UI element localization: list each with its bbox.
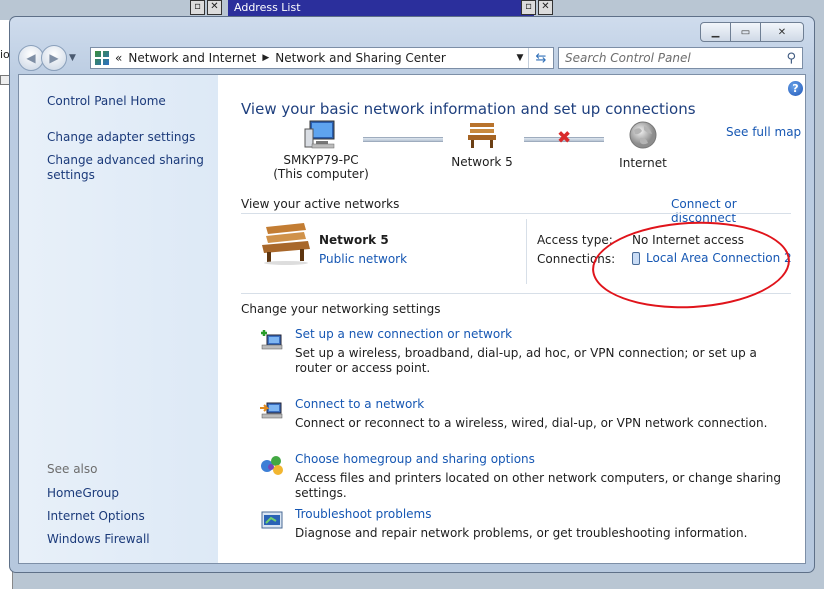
computer-icon (304, 120, 335, 149)
navigation-buttons: ◀ ▶ ▼ (18, 45, 76, 71)
active-network-name: Network 5 (319, 233, 389, 247)
sidebar-item-change-adapter-settings[interactable]: Change adapter settings (47, 130, 207, 145)
task-troubleshoot: Troubleshoot problems Diagnose and repai… (241, 507, 781, 543)
map-link-line (363, 137, 443, 142)
bench-icon (262, 223, 310, 265)
restore-icon[interactable]: ▫ (190, 0, 205, 15)
search-input[interactable] (565, 51, 765, 65)
help-icon[interactable]: ? (788, 81, 803, 96)
homegroup-icon (261, 456, 283, 475)
close-button[interactable]: ✕ (760, 22, 804, 42)
sidebar: Control Panel Home Change adapter settin… (19, 75, 218, 563)
address-dropdown-icon[interactable]: ▼ (513, 48, 527, 68)
forward-arrow-icon: ▶ (49, 51, 59, 65)
task-setup-connection: Set up a new connection or network Set u… (241, 327, 781, 375)
client-area: Control Panel Home Change adapter settin… (18, 74, 806, 564)
control-panel-icon (95, 51, 109, 65)
ethernet-connection-icon (632, 251, 640, 265)
task-connect-network: Connect to a network Connect or reconnec… (241, 397, 781, 433)
divider (241, 293, 791, 294)
recent-pages-dropdown-icon[interactable]: ▼ (69, 53, 76, 63)
no-connection-x-icon[interactable]: ✖ (557, 128, 571, 148)
breadcrumb-overflow[interactable]: « (115, 51, 122, 65)
map-internet-node[interactable]: Internet (608, 120, 678, 170)
map-internet-label: Internet (619, 156, 667, 170)
homegroup-sharing-desc: Access files and printers located on oth… (295, 471, 781, 500)
see-full-map-link[interactable]: See full map (726, 125, 801, 139)
vertical-divider (526, 219, 527, 284)
troubleshoot-desc: Diagnose and repair network problems, or… (295, 526, 748, 540)
change-settings-heading: Change your networking settings (241, 302, 441, 316)
access-type-label: Access type: (537, 233, 613, 247)
setup-connection-desc: Set up a wireless, broadband, dial-up, a… (295, 346, 757, 375)
close-icon[interactable]: ✕ (207, 0, 222, 15)
troubleshoot-link[interactable]: Troubleshoot problems (295, 507, 431, 521)
map-network-node[interactable]: Network 5 (442, 121, 522, 169)
background-window-controls: ▫ ✕ (190, 0, 222, 15)
active-networks-heading: View your active networks (241, 197, 400, 211)
connection-name: Local Area Connection 2 (646, 251, 792, 265)
maximize-icon: ▭ (740, 26, 751, 38)
main-content: ? View your basic network information an… (218, 75, 805, 563)
page-title: View your basic network information and … (241, 100, 696, 118)
network-sharing-center-window: ▁ ▭ ✕ ◀ ▶ ▼ « Network and Internet ▶ Net… (9, 16, 815, 573)
map-network-name: Network 5 (451, 155, 513, 169)
see-also-heading: See also (47, 462, 98, 476)
bench-icon (468, 123, 496, 148)
task-homegroup-sharing: Choose homegroup and sharing options Acc… (241, 452, 781, 500)
connect-network-desc: Connect or reconnect to a wireless, wire… (295, 416, 768, 430)
back-arrow-icon: ◀ (26, 51, 36, 65)
connection-link[interactable]: Local Area Connection 2 (632, 251, 792, 265)
homegroup-sharing-link[interactable]: Choose homegroup and sharing options (295, 452, 535, 466)
address-bar[interactable]: « Network and Internet ▶ Network and Sha… (90, 47, 554, 69)
forward-button[interactable]: ▶ (41, 45, 67, 71)
computer-name: SMKYP79-PC (283, 153, 359, 167)
restore-icon[interactable]: ▫ (521, 0, 536, 15)
background-window-controls-2: ▫ ✕ (521, 0, 553, 15)
breadcrumb-chevron-icon[interactable]: ▶ (262, 53, 269, 63)
search-icon[interactable]: ⚲ (786, 51, 796, 66)
globe-icon (629, 121, 657, 149)
computer-label: (This computer) (273, 167, 369, 181)
map-computer-node[interactable]: SMKYP79-PC (This computer) (266, 119, 376, 181)
minimize-icon: ▁ (711, 26, 720, 38)
sidebar-item-change-advanced-sharing[interactable]: Change advanced sharing settings (47, 153, 207, 183)
window-controls: ▁ ▭ ✕ (700, 22, 804, 42)
network-type-link[interactable]: Public network (319, 252, 407, 266)
maximize-button[interactable]: ▭ (730, 22, 761, 42)
new-connection-icon (261, 330, 283, 350)
troubleshoot-icon (261, 511, 283, 529)
access-type-value: No Internet access (632, 233, 745, 247)
sidebar-item-control-panel-home[interactable]: Control Panel Home (47, 94, 207, 109)
connect-network-link[interactable]: Connect to a network (295, 397, 424, 411)
minimize-button[interactable]: ▁ (700, 22, 731, 42)
sidebar-item-windows-firewall[interactable]: Windows Firewall (47, 532, 207, 547)
sidebar-item-homegroup[interactable]: HomeGroup (47, 486, 207, 501)
close-icon[interactable]: ✕ (538, 0, 553, 15)
connect-network-icon (260, 402, 283, 419)
search-box: ⚲ (558, 47, 803, 69)
setup-connection-link[interactable]: Set up a new connection or network (295, 327, 512, 341)
divider (241, 213, 791, 214)
sidebar-item-internet-options[interactable]: Internet Options (47, 509, 207, 524)
background-window-title: Address List (228, 0, 534, 16)
close-icon: ✕ (777, 26, 787, 38)
connect-or-disconnect-link[interactable]: Connect or disconnect (671, 197, 805, 225)
breadcrumb-network-and-internet[interactable]: Network and Internet (128, 51, 256, 65)
breadcrumb-network-sharing-center[interactable]: Network and Sharing Center (275, 51, 446, 65)
refresh-icon[interactable]: ⇆ (528, 48, 553, 68)
connections-label: Connections: (537, 252, 616, 266)
